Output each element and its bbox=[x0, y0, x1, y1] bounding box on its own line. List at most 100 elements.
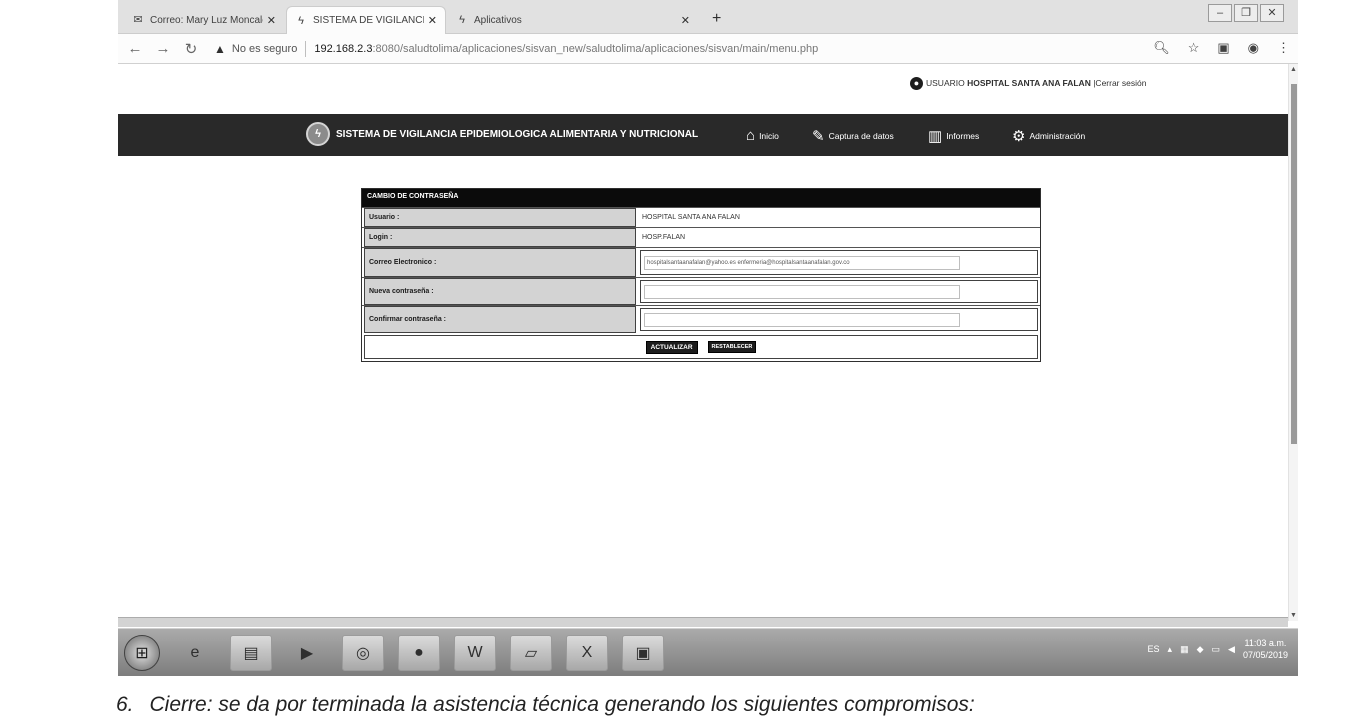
change-password-form: CAMBIO DE CONTRASEÑA Usuario : HOSPITAL … bbox=[361, 188, 1041, 362]
main-navbar: ϟ SISTEMA DE VIGILANCIA EPIDEMIOLOGICA A… bbox=[118, 114, 1288, 156]
nueva-box bbox=[640, 280, 1038, 303]
media-player-icon[interactable]: ▶ bbox=[286, 635, 328, 671]
chrome-icon[interactable]: ◎ bbox=[342, 634, 384, 671]
confirm-password-input[interactable] bbox=[644, 312, 960, 327]
divider bbox=[305, 40, 307, 57]
security-indicator[interactable]: ▲ No es seguro bbox=[214, 42, 297, 56]
security-label: No es seguro bbox=[231, 42, 298, 55]
screenshot-tool-icon[interactable]: ▣ bbox=[622, 634, 664, 671]
star-icon[interactable]: ☆ bbox=[1188, 40, 1200, 56]
close-icon[interactable]: ✕ bbox=[681, 14, 690, 27]
close-icon[interactable]: ✕ bbox=[267, 14, 276, 27]
notes-icon[interactable]: ▱ bbox=[510, 634, 552, 671]
security-tray-icon[interactable]: ◆ bbox=[1197, 644, 1204, 655]
clock[interactable]: 11:03 a.m. 07/05/2019 bbox=[1243, 637, 1288, 661]
close-window-icon[interactable]: ✕ bbox=[1260, 4, 1284, 22]
logo-icon: ϟ bbox=[306, 122, 330, 146]
usuario-value: HOSPITAL SANTA ANA FALAN bbox=[642, 214, 740, 221]
correo-input[interactable]: hospitalsantaanafalan@yahoo.es enfermeri… bbox=[644, 255, 960, 270]
nueva-label: Nueva contraseña : bbox=[364, 278, 636, 305]
zoom-icon[interactable]: 🔍︎ bbox=[1153, 40, 1170, 56]
tray-arrow-icon[interactable]: ▴ bbox=[1168, 644, 1173, 655]
form-row-nueva: Nueva contraseña : bbox=[362, 277, 1040, 305]
language-indicator[interactable]: ES bbox=[1148, 644, 1160, 654]
network-icon[interactable]: ▦ bbox=[1180, 644, 1189, 655]
window-controls: – ❐ ✕ bbox=[1208, 4, 1284, 22]
edit-icon: ✎ bbox=[812, 128, 825, 145]
clock-date: 07/05/2019 bbox=[1242, 650, 1288, 660]
taskbar: ⊞ e ▤ ▶ ◎ ● W ▱ X ▣ ES ▴ ▦ ◆ ▭ ◀ 11:03 a… bbox=[118, 628, 1298, 676]
vertical-scrollbar[interactable]: ▲ ▼ bbox=[1288, 64, 1298, 621]
tab-strip: ✉ Correo: Mary Luz Moncaleano H ✕ ϟ SIST… bbox=[118, 0, 1298, 34]
login-label: Login : bbox=[364, 228, 636, 247]
logout-link[interactable]: |Cerrar sesión bbox=[1093, 78, 1146, 88]
ie-icon[interactable]: e bbox=[174, 635, 216, 671]
confirmar-box bbox=[640, 308, 1038, 331]
mail-icon: ✉ bbox=[133, 14, 143, 26]
excel-icon[interactable]: X bbox=[566, 634, 608, 671]
warning-icon: ▲ bbox=[214, 41, 226, 56]
explorer-icon[interactable]: ▤ bbox=[230, 634, 272, 671]
new-tab-button[interactable]: + bbox=[712, 10, 721, 28]
url-host: 192.168.2.3 bbox=[314, 42, 373, 55]
forward-icon[interactable]: → bbox=[152, 40, 174, 57]
start-button[interactable]: ⊞ bbox=[124, 634, 160, 671]
tab-correo[interactable]: ✉ Correo: Mary Luz Moncaleano H ✕ bbox=[124, 6, 284, 34]
nav-informes[interactable]: ▥ Informes bbox=[928, 127, 979, 145]
tab-aplicativos[interactable]: ϟ Aplicativos ✕ bbox=[448, 6, 698, 34]
restablecer-button[interactable]: RESTABLECER bbox=[707, 341, 757, 353]
page-content: ● USUARIO HOSPITAL SANTA ANA FALAN |Cerra… bbox=[118, 64, 1288, 621]
user-info: ● USUARIO HOSPITAL SANTA ANA FALAN |Cerra… bbox=[910, 76, 1180, 91]
pdf-extension-icon[interactable]: ▣ bbox=[1217, 40, 1229, 56]
tab-sisvan[interactable]: ϟ SISTEMA DE VIGILANCIA EPIDE ✕ bbox=[286, 6, 446, 34]
form-row-usuario: Usuario : HOSPITAL SANTA ANA FALAN bbox=[362, 207, 1040, 227]
confirmar-label: Confirmar contraseña : bbox=[364, 306, 636, 333]
user-icon: ● bbox=[910, 77, 923, 91]
nav-label: Captura de datos bbox=[828, 131, 894, 141]
address-bar-icons: 🔍︎ ☆ ▣ ◉ ⋮ bbox=[1153, 40, 1290, 56]
tab-title: Aplicativos bbox=[474, 14, 522, 26]
display-icon[interactable]: ▭ bbox=[1212, 644, 1221, 655]
volume-icon[interactable]: ◀ bbox=[1228, 644, 1235, 655]
horizontal-scrollbar[interactable] bbox=[118, 617, 1288, 627]
new-password-input[interactable] bbox=[644, 284, 960, 299]
scroll-thumb[interactable] bbox=[1291, 84, 1297, 444]
form-row-confirmar: Confirmar contraseña : bbox=[362, 305, 1040, 333]
home-icon: ⌂ bbox=[746, 127, 756, 144]
actualizar-button[interactable]: ACTUALIZAR bbox=[645, 340, 698, 354]
tab-title: SISTEMA DE VIGILANCIA EPIDE bbox=[313, 15, 424, 26]
system-tray: ES ▴ ▦ ◆ ▭ ◀ 11:03 a.m. 07/05/2019 bbox=[1148, 637, 1288, 661]
address-bar-row: ← → ↻ ▲ No es seguro 192.168.2.3:8080/sa… bbox=[118, 34, 1298, 64]
minimize-icon[interactable]: – bbox=[1208, 4, 1232, 22]
document-caption: 6. Cierre: se da por terminada la asisten… bbox=[116, 693, 975, 717]
correo-box: hospitalsantaanafalan@yahoo.es enfermeri… bbox=[640, 250, 1038, 275]
brand[interactable]: ϟ SISTEMA DE VIGILANCIA EPIDEMIOLOGICA A… bbox=[306, 122, 698, 146]
profile-icon[interactable]: ◉ bbox=[1248, 40, 1259, 56]
url-path: :8080/saludtolima/aplicaciones/sisvan_ne… bbox=[372, 42, 819, 55]
user-name: HOSPITAL SANTA ANA FALAN bbox=[967, 78, 1091, 88]
back-icon[interactable]: ← bbox=[124, 40, 146, 57]
caption-text: Cierre: se da por terminada la asistenci… bbox=[149, 693, 975, 716]
usuario-label: Usuario : bbox=[364, 208, 636, 227]
clock-time: 11:03 a.m. bbox=[1244, 638, 1287, 648]
url-field[interactable]: 192.168.2.3:8080/saludtolima/aplicacione… bbox=[314, 43, 818, 55]
login-value: HOSP.FALAN bbox=[642, 234, 686, 241]
gear-icon: ⚙ bbox=[1012, 128, 1026, 145]
close-icon[interactable]: ✕ bbox=[428, 14, 437, 27]
restore-icon[interactable]: ❐ bbox=[1234, 4, 1258, 22]
firefox-icon[interactable]: ● bbox=[398, 634, 440, 671]
scroll-up-icon[interactable]: ▲ bbox=[1290, 66, 1297, 73]
app-icon: ϟ bbox=[459, 14, 465, 26]
nav-label: Informes bbox=[946, 131, 980, 141]
word-icon[interactable]: W bbox=[454, 634, 496, 671]
bar-chart-icon: ▥ bbox=[928, 128, 943, 145]
scroll-down-icon[interactable]: ▼ bbox=[1290, 612, 1297, 619]
nav-captura[interactable]: ✎ Captura de datos bbox=[812, 127, 894, 145]
screenshot: ✉ Correo: Mary Luz Moncaleano H ✕ ϟ SIST… bbox=[118, 0, 1298, 688]
form-row-login: Login : HOSP.FALAN bbox=[362, 227, 1040, 247]
correo-label: Correo Electronico : bbox=[364, 248, 636, 277]
reload-icon[interactable]: ↻ bbox=[180, 40, 202, 58]
nav-inicio[interactable]: ⌂ Inicio bbox=[746, 127, 779, 144]
menu-icon[interactable]: ⋮ bbox=[1277, 40, 1290, 56]
nav-administracion[interactable]: ⚙ Administración bbox=[1012, 127, 1085, 145]
